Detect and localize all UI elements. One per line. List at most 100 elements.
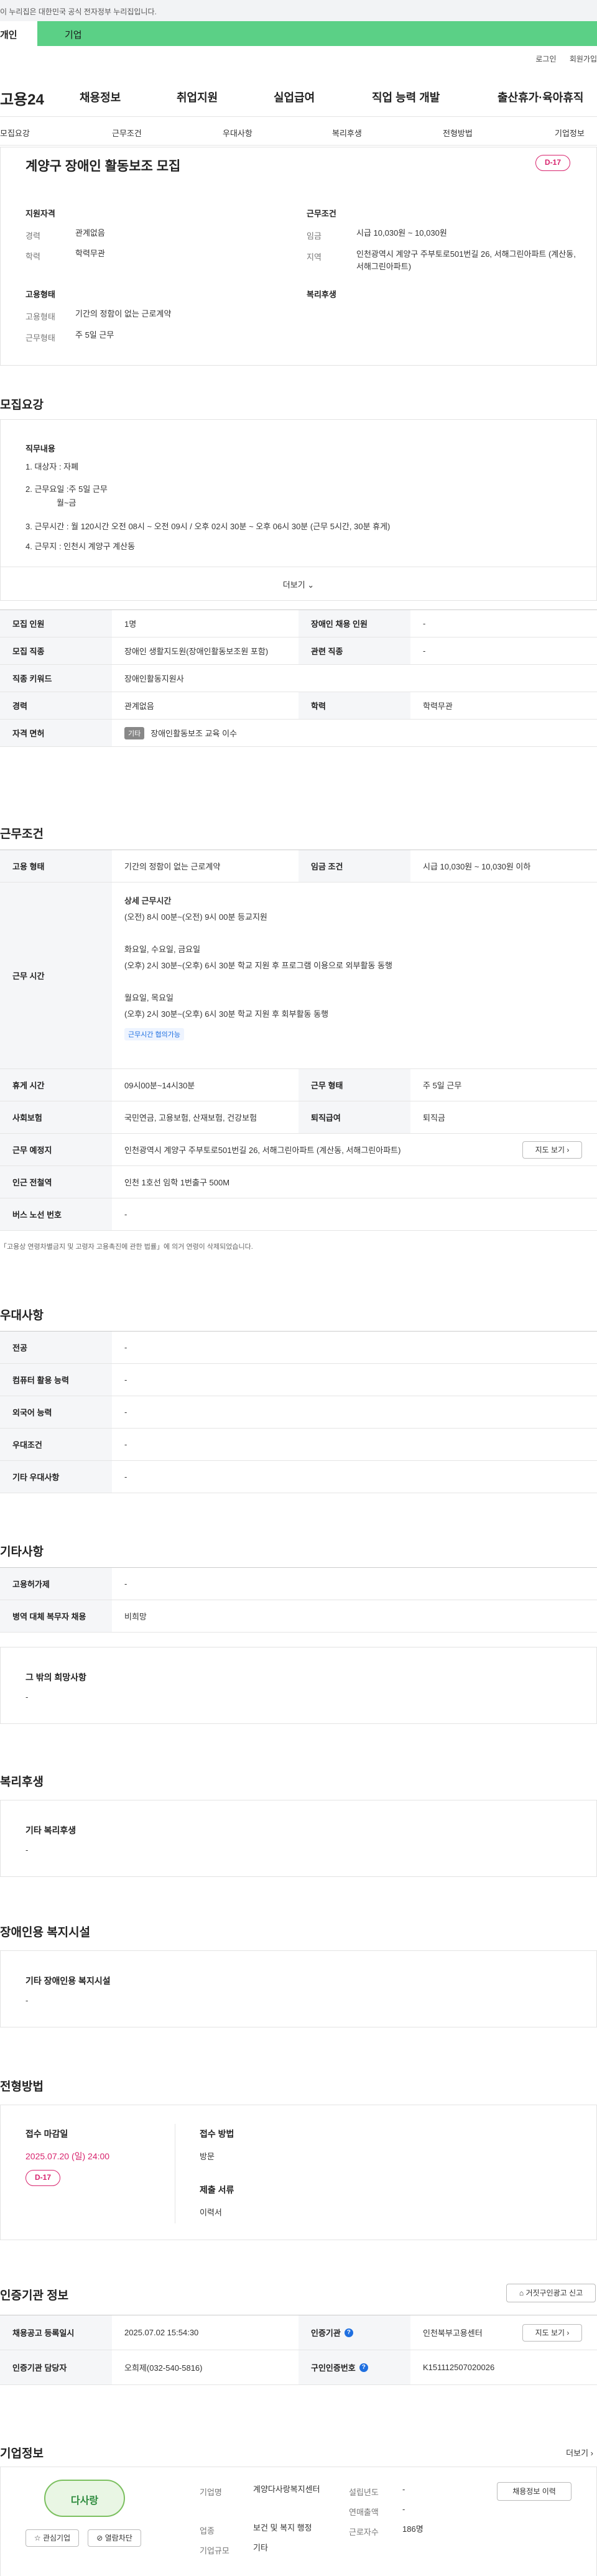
disabled-card: 기타 장애인용 복지시설 -: [0, 1950, 597, 2027]
table-row: 채용공고 등록일시 2025.07.02 15:54:30 인증기관? 인천북부…: [0, 2315, 597, 2350]
login-link[interactable]: 로그인: [535, 55, 556, 63]
company-logo: 다사랑: [44, 2480, 125, 2517]
gov-banner: 이 누리집은 대한민국 공식 전자정부 누리집입니다.: [0, 0, 597, 21]
table-row: 모집 인원 1명 장애인 채용 인원 -: [0, 610, 597, 637]
section-tabs: 모집요강 근무조건 우대사항 복리후생 전형방법 기업정보: [0, 118, 597, 146]
info-icon[interactable]: ?: [344, 2328, 353, 2337]
report-fake-ad-button[interactable]: ⌂ 거짓구인광고 신고: [506, 2284, 596, 2302]
tab-individual[interactable]: 개인: [0, 21, 37, 46]
cond-heading: 근무조건: [307, 209, 336, 218]
signup-link[interactable]: 회원가입: [570, 55, 597, 63]
career-value: 관계없음: [75, 228, 105, 238]
duty-heading: 직무내용: [25, 444, 55, 453]
gov-banner-text: 이 누리집은 대한민국 공식 전자정부 누리집입니다.: [0, 7, 157, 16]
license-tag: 기타: [124, 726, 145, 739]
hours-line: (오전) 8시 00분~(오전) 9시 00분 등교지원: [124, 912, 267, 922]
more-button[interactable]: 더보기 ⌄: [1, 567, 596, 600]
docs-label: 제출 서류: [200, 2185, 234, 2195]
table-row: 기타 우대사항 -: [0, 1461, 597, 1493]
hours-title: 상세 근무시간: [124, 896, 172, 906]
disabled-box-title: 기타 장애인용 복지시설: [25, 1976, 111, 1986]
tab-conditions[interactable]: 근무조건: [112, 127, 142, 139]
worktype-label: 근무형태: [25, 333, 55, 343]
deadline-label: 접수 마감일: [25, 2129, 68, 2139]
tab-welfare[interactable]: 복리후생: [332, 127, 362, 139]
duty-line: 월~금: [57, 498, 76, 507]
industry-value: 보건 및 복지 행정: [253, 2523, 312, 2532]
tab-selection[interactable]: 전형방법: [443, 127, 473, 139]
org-map-button[interactable]: 지도 보기 ›: [522, 2324, 582, 2342]
company-section-title: 기업정보: [0, 2447, 44, 2460]
tab-business[interactable]: 기업: [37, 21, 597, 46]
report-icon: ⌂: [519, 2289, 524, 2297]
table-row: 병역 대체 복무자 채용 비희망: [0, 1600, 597, 1633]
dday-badge: D-17: [25, 2170, 60, 2186]
founded-label: 설립년도: [349, 2488, 379, 2497]
wish-value: -: [25, 1692, 29, 1702]
table-row: 인근 전철역 인천 1호선 임학 1번출구 500M: [0, 1166, 597, 1198]
table-row: 우대조건 -: [0, 1429, 597, 1461]
welfare-card: 기타 복리후생 -: [0, 1800, 597, 1877]
docs-value: 이력서: [200, 2208, 222, 2217]
block-view-button[interactable]: ⊘ 열람차단: [88, 2529, 141, 2547]
edu-label: 학력: [25, 252, 40, 261]
gnb-item-employment-support[interactable]: 취업지원: [177, 89, 218, 105]
interest-company-button[interactable]: ☆ 관심기업: [25, 2529, 79, 2547]
hours-line: (오후) 2시 30분~(오후) 6시 30분 학교 지원 후 프로그램 이용으…: [124, 961, 392, 970]
table-row: 고용허가제 -: [0, 1568, 597, 1600]
map-button[interactable]: 지도 보기 ›: [522, 1141, 582, 1159]
other-section-title: 기타사항: [0, 1545, 44, 1559]
user-type-tabs: 개인 기업: [0, 21, 597, 46]
prefer-section-title: 우대사항: [0, 1309, 44, 1322]
sales-label: 연매출액: [349, 2508, 379, 2517]
gnb-item-unemployment-benefit[interactable]: 실업급여: [274, 89, 315, 105]
welfare-section-title: 복리후생: [0, 1776, 44, 1789]
tab-company[interactable]: 기업정보: [555, 127, 585, 139]
info-icon[interactable]: ?: [359, 2363, 368, 2372]
job-history-button[interactable]: 채용정보 이력: [497, 2482, 572, 2501]
table-row: 고용 형태 기간의 정함이 없는 근로계약 임금 조건 시급 10,030원 ~…: [0, 850, 597, 883]
gnb-item-skills[interactable]: 직업 능력 개발: [372, 89, 440, 105]
table-row: 전공 -: [0, 1332, 597, 1364]
table-row: 휴게 시간 09시00분~14시30분 근무 형태 주 5일 근무: [0, 1069, 597, 1101]
star-icon: ☆: [34, 2534, 41, 2542]
emptype-label: 고용형태: [25, 312, 55, 322]
welfare-box-title: 기타 복리후생: [25, 1825, 76, 1835]
gnb-item-jobs[interactable]: 채용정보: [80, 89, 121, 105]
area-value: 인천광역시 계양구 주부토로501번길 26, 서해그린아파트 (계산동, 서해…: [356, 249, 576, 271]
method-value: 방문: [200, 2152, 215, 2161]
age-note: 「고용상 연령차별금지 및 고령자 고용촉진에 관한 법률」에 의거 연령이 삭…: [0, 1243, 253, 1251]
method-label: 접수 방법: [200, 2129, 234, 2139]
size-value: 기타: [253, 2543, 268, 2552]
company-more-link[interactable]: 더보기 ›: [566, 2447, 593, 2458]
tab-prefer[interactable]: 우대사항: [223, 127, 252, 139]
summary-card: 계양구 장애인 활동보조 모집 D-17 지원자격 경력 관계없음 학력 학력무…: [0, 147, 597, 366]
company-name-label: 기업명: [200, 2488, 222, 2497]
site-logo[interactable]: 고용24: [0, 87, 44, 109]
table-row: 인증기관 담당자 오희제(032-540-5816) 구인인증번호? K1511…: [0, 2350, 597, 2385]
table-row: 근무 예정지 인천광역시 계양구 주부토로501번길 26, 서해그린아파트 (…: [0, 1134, 597, 1166]
disabled-section-title: 장애인용 복지시설: [0, 1926, 91, 1939]
welfare-heading: 복리후생: [307, 290, 336, 299]
wish-card: 그 밖의 희망사항 -: [0, 1647, 597, 1724]
table-row: 경력 관계없음 학력 학력무관: [0, 692, 597, 720]
career-label: 경력: [25, 231, 40, 241]
recruit-section-title: 모집요강: [0, 399, 44, 412]
company-name-value: 계양다사랑복지센터: [253, 2485, 320, 2494]
company-card: 다사랑 ☆ 관심기업 ⊘ 열람차단 기업명 계양다사랑복지센터 업종 보건 및 …: [0, 2467, 597, 2576]
license-value: 장애인활동보조 교육 이수: [150, 729, 238, 738]
tab-recruit[interactable]: 모집요강: [0, 127, 30, 139]
prefer-table: 전공 - 컴퓨터 활용 능력 - 외국어 능력 - 우대조건 - 기타 우대사항 -: [0, 1331, 597, 1493]
gnb-item-leave[interactable]: 출산휴가·육아휴직: [497, 89, 583, 105]
edu-value: 학력무관: [75, 249, 105, 258]
dday-badge: D-17: [535, 155, 570, 171]
welfare-box-value: -: [25, 1845, 29, 1855]
table-row: 직종 키워드 장애인활동지원사: [0, 665, 597, 692]
duty-line: 3. 근무시간 : 월 120시간 오전 08시 ~ 오전 09시 / 오후 0…: [25, 522, 391, 531]
industry-label: 업종: [200, 2526, 215, 2536]
wage-label: 임금: [307, 231, 322, 241]
deadline-value: 2025.07.20 (일) 24:00: [25, 2151, 110, 2161]
disabled-box-value: -: [25, 1996, 29, 2005]
founded-value: -: [402, 2485, 405, 2494]
sales-value: -: [402, 2504, 405, 2514]
